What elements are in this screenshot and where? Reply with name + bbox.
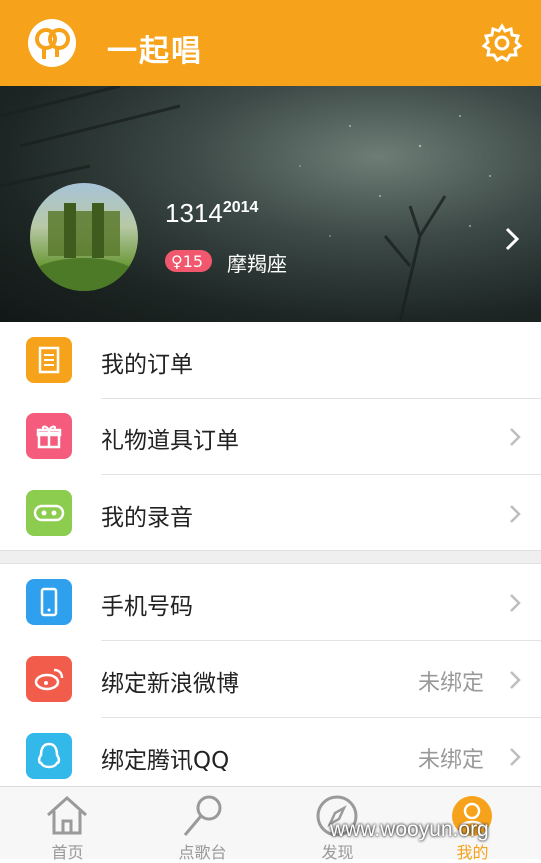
chevron-right-icon [510, 428, 521, 446]
gear-icon[interactable] [481, 22, 523, 64]
tab-label: 首页 [51, 843, 84, 862]
menu-item-bind-weibo[interactable]: 绑定新浪微博 未绑定 [0, 641, 541, 718]
phone-icon [26, 579, 72, 625]
app-title: 一起唱 [107, 34, 203, 69]
app-header: 一起唱 [0, 0, 541, 86]
menu-item-my-orders[interactable]: 我的订单 [0, 322, 541, 399]
chevron-right-icon [510, 505, 521, 523]
cassette-icon [26, 490, 72, 536]
chevron-right-icon [510, 594, 521, 612]
menu-item-label: 绑定新浪微博 [101, 671, 239, 697]
app-logo [28, 19, 76, 67]
menu-item-label: 我的录音 [101, 505, 193, 531]
chevron-right-icon[interactable] [503, 226, 521, 252]
zodiac-label: 摩羯座 [227, 252, 287, 276]
menu-item-bind-qq[interactable]: 绑定腾讯QQ 未绑定 [0, 718, 541, 795]
username-superscript: 2014 [222, 199, 259, 216]
home-icon [46, 795, 88, 835]
microphone-logo-icon [35, 28, 70, 59]
profile-banner[interactable]: 13142014 ♀15 摩羯座 [0, 86, 541, 322]
tab-label: 点歌台 [178, 843, 227, 862]
section-divider [0, 550, 541, 564]
gift-icon [26, 413, 72, 459]
tab-label: 我的 [456, 843, 489, 862]
receipt-icon [26, 337, 72, 383]
binding-status: 未绑定 [417, 748, 484, 773]
chevron-right-icon [510, 671, 521, 689]
menu-item-gift-orders[interactable]: 礼物道具订单 [0, 398, 541, 475]
watermark: www.wooyun.org [330, 818, 489, 841]
tab-home[interactable]: 首页 [0, 787, 135, 862]
gender-age-badge: ♀15 [165, 250, 213, 272]
weibo-icon [26, 656, 72, 702]
username: 13142014 [165, 198, 258, 229]
tab-song-request[interactable]: 点歌台 [135, 787, 270, 862]
menu-item-label: 手机号码 [101, 594, 193, 620]
qq-icon [26, 733, 72, 779]
avatar-image [30, 203, 138, 291]
menu-item-label: 绑定腾讯QQ [101, 748, 230, 774]
tab-label: 发现 [321, 843, 354, 862]
menu-item-label: 礼物道具订单 [101, 428, 239, 454]
chevron-right-icon [510, 748, 521, 766]
binding-status: 未绑定 [417, 671, 484, 696]
menu-item-my-recordings[interactable]: 我的录音 [0, 475, 541, 552]
avatar[interactable] [30, 183, 138, 291]
menu-item-phone-number[interactable]: 手机号码 [0, 564, 541, 641]
username-text: 1314 [165, 198, 223, 228]
menu-item-label: 我的订单 [101, 352, 193, 378]
microphone-icon [183, 795, 222, 836]
